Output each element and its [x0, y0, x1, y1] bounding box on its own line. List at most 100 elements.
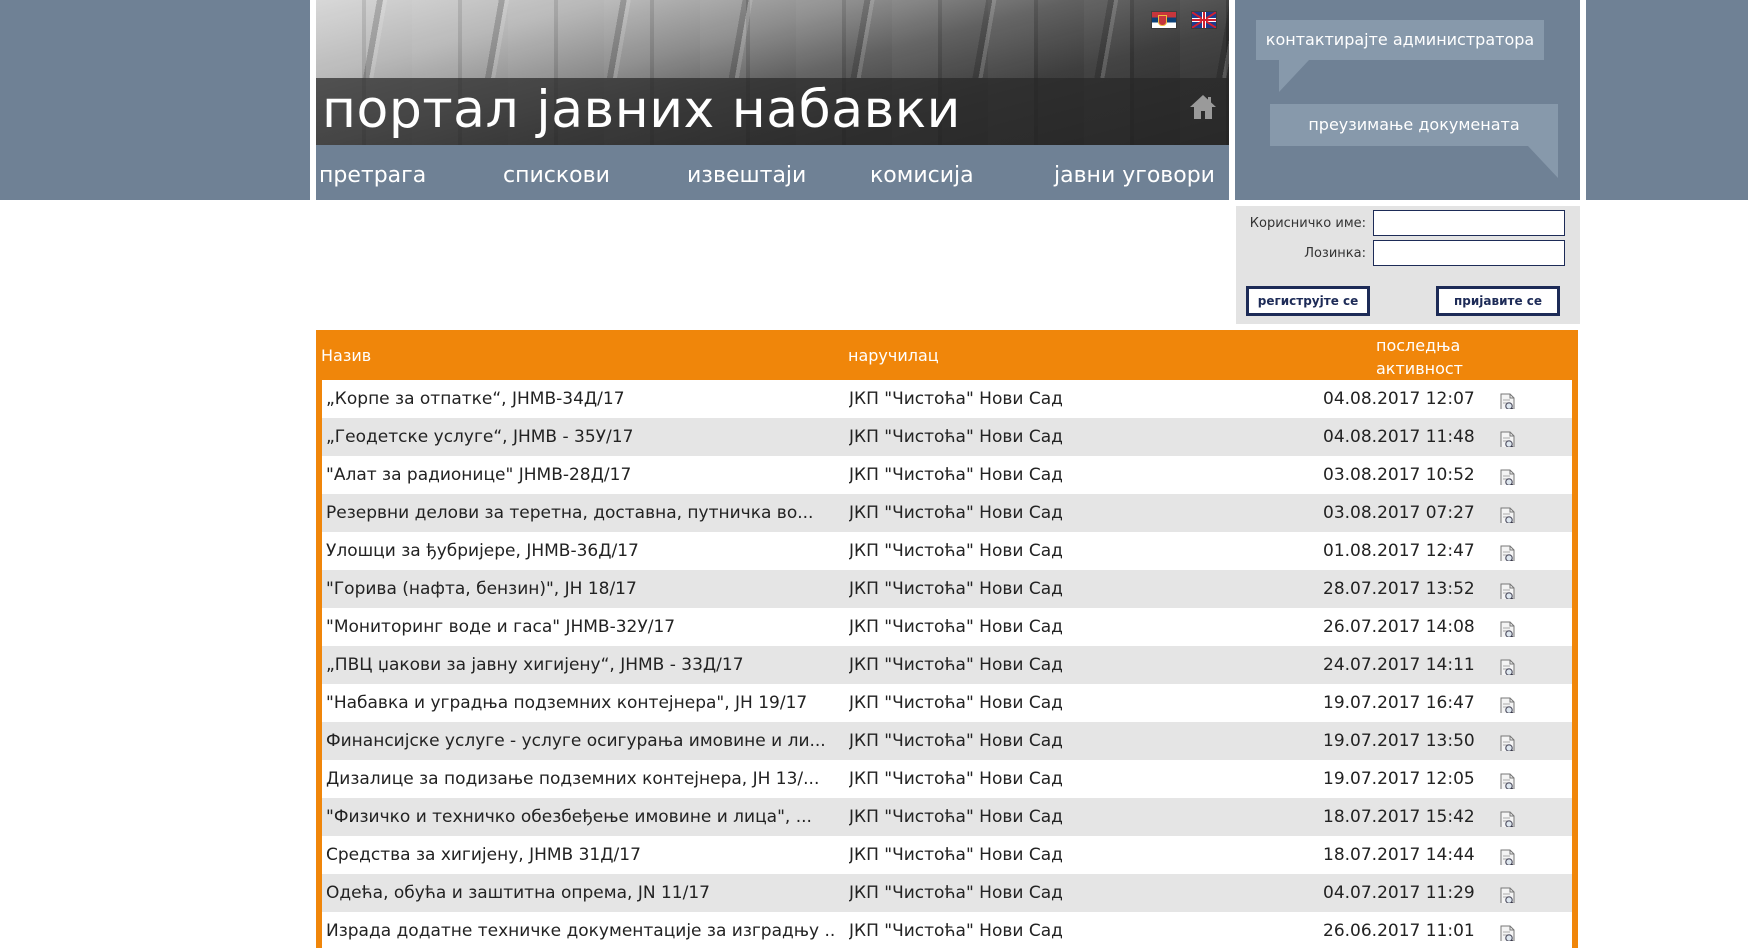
document-view-icon[interactable]	[1498, 921, 1518, 941]
tender-name-link[interactable]: Израда додатне техничке документације за…	[326, 912, 836, 948]
uk-flag-icon[interactable]	[1192, 12, 1216, 28]
document-view-icon[interactable]	[1498, 541, 1518, 561]
header-activity[interactable]: последња активност	[1376, 334, 1463, 380]
contact-admin-button[interactable]: контактирајте администратора	[1256, 20, 1544, 60]
header-org[interactable]: наручилац	[848, 346, 939, 365]
last-activity-date: 01.08.2017 12:47	[1323, 541, 1475, 561]
login-form: Корисничко име: Лозинка: региструјте се …	[1236, 206, 1580, 324]
tender-name-link[interactable]: Резервни делови за теретна, доставна, пу…	[326, 494, 836, 532]
document-view-icon[interactable]	[1498, 617, 1518, 637]
document-view-icon[interactable]	[1498, 465, 1518, 485]
table-row[interactable]: "Мониторинг воде и гаса" ЈНМВ-32У/17 ЈКП …	[322, 608, 1572, 646]
download-documents-button[interactable]: преузимање докумената	[1270, 104, 1558, 146]
last-activity-date: 03.08.2017 10:52	[1323, 465, 1475, 485]
password-label: Лозинка:	[1304, 246, 1366, 261]
header-activity-line1: последња	[1376, 336, 1461, 355]
nav-reports[interactable]: извештаји	[684, 150, 862, 200]
tender-name-link[interactable]: Средства за хигијену, ЈНМВ 31Д/17	[326, 836, 836, 874]
contracting-authority: ЈКП "Чистоћа" Нови Сад	[849, 807, 1063, 827]
contracting-authority: ЈКП "Чистоћа" Нови Сад	[849, 883, 1063, 903]
document-view-icon[interactable]	[1498, 693, 1518, 713]
table-row[interactable]: „Геодетске услуге“, ЈНМВ - 35У/17 ЈКП "Чи…	[322, 418, 1572, 456]
document-view-icon[interactable]	[1498, 845, 1518, 865]
tender-name-link[interactable]: "Набавка и уградња подземних контејнера"…	[326, 684, 836, 722]
tender-name-link[interactable]: "Мониторинг воде и гаса" ЈНМВ-32У/17	[326, 608, 836, 646]
side-panel: контактирајте администратора преузимање …	[1236, 0, 1580, 200]
table-row[interactable]: Финансијске услуге - услуге осигурања им…	[322, 722, 1572, 760]
username-input[interactable]	[1373, 210, 1565, 236]
contracting-authority: ЈКП "Чистоћа" Нови Сад	[849, 579, 1063, 599]
tender-name-link[interactable]: "Горива (нафта, бензин)", ЈН 18/17	[326, 570, 836, 608]
table-row[interactable]: "Физичко и техничко обезбеђење имовине и…	[322, 798, 1572, 836]
table-body: „Корпе за отпатке“, ЈНМВ-34Д/17 ЈКП "Чист…	[322, 380, 1572, 948]
keyboard-image	[316, 0, 1229, 78]
tenders-table: Назив наручилац последња активност „Корп…	[316, 330, 1578, 948]
document-view-icon[interactable]	[1498, 389, 1518, 409]
contracting-authority: ЈКП "Чистоћа" Нови Сад	[849, 845, 1063, 865]
contracting-authority: ЈКП "Чистоћа" Нови Сад	[849, 617, 1063, 637]
contracting-authority: ЈКП "Чистоћа" Нови Сад	[849, 503, 1063, 523]
last-activity-date: 24.07.2017 14:11	[1323, 655, 1475, 675]
tender-name-link[interactable]: Дизалице за подизање подземних контејнер…	[326, 760, 836, 798]
table-row[interactable]: Одећа, обућа и заштитна опрема, JN 11/17…	[322, 874, 1572, 912]
last-activity-date: 04.08.2017 11:48	[1323, 427, 1475, 447]
contracting-authority: ЈКП "Чистоћа" Нови Сад	[849, 541, 1063, 561]
table-row[interactable]: „Корпе за отпатке“, ЈНМВ-34Д/17 ЈКП "Чист…	[322, 380, 1572, 418]
last-activity-date: 03.08.2017 07:27	[1323, 503, 1475, 523]
last-activity-date: 26.06.2017 11:01	[1323, 921, 1475, 941]
table-row[interactable]: "Горива (нафта, бензин)", ЈН 18/17 ЈКП "Ч…	[322, 570, 1572, 608]
document-view-icon[interactable]	[1498, 731, 1518, 751]
password-input[interactable]	[1373, 240, 1565, 266]
last-activity-date: 19.07.2017 16:47	[1323, 693, 1475, 713]
contracting-authority: ЈКП "Чистоћа" Нови Сад	[849, 389, 1063, 409]
home-icon[interactable]	[1189, 93, 1217, 121]
nav-public-contracts[interactable]: јавни уговори	[1051, 150, 1229, 200]
bubble-tail	[1279, 60, 1309, 92]
register-button[interactable]: региструјте се	[1246, 286, 1370, 316]
document-view-icon[interactable]	[1498, 655, 1518, 675]
last-activity-date: 19.07.2017 12:05	[1323, 769, 1475, 789]
tender-name-link[interactable]: "Физичко и техничко обезбеђење имовине и…	[326, 798, 836, 836]
contracting-authority: ЈКП "Чистоћа" Нови Сад	[849, 921, 1063, 941]
document-view-icon[interactable]	[1498, 579, 1518, 599]
contracting-authority: ЈКП "Чистоћа" Нови Сад	[849, 465, 1063, 485]
login-button[interactable]: пријавите се	[1436, 286, 1560, 316]
tender-name-link[interactable]: „Корпе за отпатке“, ЈНМВ-34Д/17	[326, 380, 836, 418]
username-label: Корисничко име:	[1249, 216, 1366, 231]
nav-search[interactable]: претрага	[316, 150, 494, 200]
contracting-authority: ЈКП "Чистоћа" Нови Сад	[849, 769, 1063, 789]
last-activity-date: 18.07.2017 15:42	[1323, 807, 1475, 827]
nav-lists[interactable]: спискови	[500, 150, 678, 200]
header-name[interactable]: Назив	[321, 346, 371, 365]
document-view-icon[interactable]	[1498, 807, 1518, 827]
serbian-flag-icon[interactable]	[1152, 12, 1176, 28]
table-row[interactable]: Средства за хигијену, ЈНМВ 31Д/17 ЈКП "Чи…	[322, 836, 1572, 874]
tender-name-link[interactable]: "Алат за радионице" ЈНМВ-28Д/17	[326, 456, 836, 494]
tender-name-link[interactable]: Финансијске услуге - услуге осигурања им…	[326, 722, 836, 760]
table-row[interactable]: Израда додатне техничке документације за…	[322, 912, 1572, 948]
table-row[interactable]: Улошци за ђубријере, ЈНМВ-36Д/17 ЈКП "Чис…	[322, 532, 1572, 570]
document-view-icon[interactable]	[1498, 769, 1518, 789]
tender-name-link[interactable]: Одећа, обућа и заштитна опрема, JN 11/17	[326, 874, 836, 912]
tender-name-link[interactable]: „ПВЦ џакови за јавну хигијену“, ЈНМВ - 3…	[326, 646, 836, 684]
last-activity-date: 04.08.2017 12:07	[1323, 389, 1475, 409]
last-activity-date: 19.07.2017 13:50	[1323, 731, 1475, 751]
contracting-authority: ЈКП "Чистоћа" Нови Сад	[849, 655, 1063, 675]
tender-name-link[interactable]: „Геодетске услуге“, ЈНМВ - 35У/17	[326, 418, 836, 456]
document-view-icon[interactable]	[1498, 427, 1518, 447]
table-row[interactable]: Резервни делови за теретна, доставна, пу…	[322, 494, 1572, 532]
table-row[interactable]: "Алат за радионице" ЈНМВ-28Д/17 ЈКП "Чист…	[322, 456, 1572, 494]
last-activity-date: 18.07.2017 14:44	[1323, 845, 1475, 865]
table-row[interactable]: Дизалице за подизање подземних контејнер…	[322, 760, 1572, 798]
last-activity-date: 26.07.2017 14:08	[1323, 617, 1475, 637]
table-row[interactable]: "Набавка и уградња подземних контејнера"…	[322, 684, 1572, 722]
bubble-tail	[1528, 146, 1558, 178]
document-view-icon[interactable]	[1498, 883, 1518, 903]
contracting-authority: ЈКП "Чистоћа" Нови Сад	[849, 693, 1063, 713]
page-title: портал јавних набавки	[322, 80, 961, 140]
nav-commission[interactable]: комисија	[867, 150, 1045, 200]
table-row[interactable]: „ПВЦ џакови за јавну хигијену“, ЈНМВ - 3…	[322, 646, 1572, 684]
contracting-authority: ЈКП "Чистоћа" Нови Сад	[849, 731, 1063, 751]
document-view-icon[interactable]	[1498, 503, 1518, 523]
tender-name-link[interactable]: Улошци за ђубријере, ЈНМВ-36Д/17	[326, 532, 836, 570]
